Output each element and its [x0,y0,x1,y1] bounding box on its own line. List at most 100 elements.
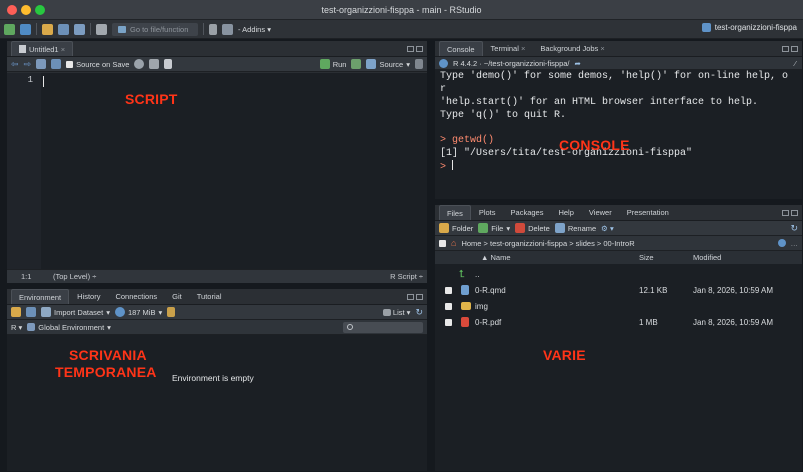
source-pane: Untitled1 × ⇦ ⇨ Source on Save Run Sourc… [6,40,428,284]
tab-help[interactable]: Help [551,205,580,220]
outline-icon[interactable] [415,59,423,69]
sort-name-header[interactable]: ▲ Name [481,253,511,262]
close-tab-icon[interactable]: × [521,44,525,53]
file-list-header: ▲ Name Size Modified [435,251,802,264]
overlay-label-console: CONSOLE [559,137,630,153]
rename-button[interactable]: Rename [554,223,596,233]
import-dataset-button[interactable]: Import Dataset ▾ [41,307,110,317]
new-file-icon[interactable] [4,23,15,35]
folder-row[interactable]: img [435,298,802,314]
new-folder-button[interactable]: Folder [439,223,473,233]
pane-minmax[interactable] [407,46,423,52]
close-tab-icon[interactable]: × [61,45,65,54]
goto-file-input[interactable]: Go to file/function [112,22,198,36]
refresh-icon[interactable]: ↻ [415,307,423,318]
environment-empty-message: Environment is empty [172,373,254,383]
print-icon[interactable] [96,23,107,35]
memory-usage[interactable]: 187 MiB ▾ [114,307,162,317]
language-selector[interactable]: R ▾ [11,323,22,332]
line-gutter: 1 [7,73,41,269]
refresh-icon[interactable]: ↻ [790,223,798,234]
tab-files[interactable]: Files [439,205,471,220]
compile-report-icon[interactable] [164,59,173,69]
save-workspace-icon[interactable] [26,307,36,317]
row-checkbox[interactable] [445,302,452,310]
tab-presentation[interactable]: Presentation [620,205,676,220]
pane-minmax[interactable] [782,46,798,52]
tab-untitled1[interactable]: Untitled1 × [11,41,74,56]
open-file-icon[interactable] [42,23,53,35]
save-doc-icon[interactable] [51,59,62,69]
more-icon[interactable]: … [791,239,799,248]
global-environment-selector[interactable]: Global Environment ▾ [27,323,111,332]
file-row[interactable]: 0-R.qmd 12.1 KB Jan 8, 2026, 10:59 AM [435,282,802,298]
pane-minmax[interactable] [782,210,798,216]
tab-plots[interactable]: Plots [472,205,503,220]
source-button[interactable]: Source ▾ [366,59,410,69]
clear-console-icon[interactable]: ⁄ [795,59,796,68]
more-gear-icon[interactable]: ⚙ ▾ [601,224,614,233]
up-arrow-icon: ⮤ [459,268,465,280]
environment-search-input[interactable] [343,321,423,333]
console-prompt[interactable]: > [440,160,802,174]
r-file-icon [19,45,26,53]
project-menu[interactable]: test-organizzioni-fisppa [701,23,797,32]
minimize-window-icon[interactable] [21,5,31,15]
row-checkbox[interactable] [445,286,452,294]
pane-minmax[interactable] [407,294,423,300]
new-file-button[interactable]: File ▾ [478,223,510,233]
tab-tutorial[interactable]: Tutorial [190,289,229,304]
goto-dir-arrow-icon[interactable]: ➦ [575,59,581,68]
sort-modified-header[interactable]: Modified [693,253,721,262]
tab-connections[interactable]: Connections [108,289,164,304]
rerun-icon[interactable] [351,59,362,69]
delete-button[interactable]: Delete [515,223,550,233]
tab-environment[interactable]: Environment [11,289,70,304]
file-type-selector[interactable]: R Script ÷ [390,270,423,284]
tab-background-jobs[interactable]: Background Jobs × [533,41,611,56]
back-arrow-icon[interactable]: ⇦ [11,59,19,70]
sort-size-header[interactable]: Size [639,253,654,262]
broom-icon[interactable] [167,307,176,317]
memory-pie-icon [114,307,125,317]
tab-git[interactable]: Git [165,289,189,304]
addins-menu[interactable]: - Addins ▾ [238,25,271,34]
tab-packages[interactable]: Packages [504,205,551,220]
build-icon[interactable] [209,23,217,35]
list-view-selector[interactable]: List ▾ [382,308,410,317]
console-pane: Console Terminal × Background Jobs × R 4… [434,40,803,200]
run-button[interactable]: Run [319,59,346,69]
row-checkbox[interactable] [445,318,452,326]
file-plus-icon [478,223,489,233]
r-project-icon[interactable] [777,239,786,247]
code-tools-icon[interactable] [149,59,160,69]
code-editor[interactable] [41,73,427,269]
layout-icon[interactable] [222,23,233,35]
select-all-checkbox[interactable] [439,239,446,247]
load-workspace-icon[interactable] [11,307,21,317]
tab-terminal[interactable]: Terminal × [484,41,533,56]
save-all-icon[interactable] [74,23,85,35]
new-project-icon[interactable] [20,23,31,35]
tab-console[interactable]: Console [439,41,483,56]
tab-history[interactable]: History [70,289,107,304]
rename-icon [554,223,565,233]
table-icon [41,307,51,317]
home-icon[interactable]: ⌂ [451,238,456,248]
forward-arrow-icon[interactable]: ⇨ [24,59,32,70]
close-tab-icon[interactable]: × [600,44,604,53]
save-icon[interactable] [58,23,69,35]
close-window-icon[interactable] [7,5,17,15]
search-icon[interactable] [134,59,145,69]
file-row[interactable]: 0-R.pdf 1 MB Jan 8, 2026, 10:59 AM [435,314,802,330]
show-in-window-icon[interactable] [36,59,47,69]
source-on-save-checkbox[interactable]: Source on Save [66,60,129,69]
console-output[interactable]: Type 'demo()' for some demos, 'help()' f… [435,70,802,199]
window-title: test-organizzioni-fisppa - main - RStudi… [321,5,482,15]
maximize-window-icon[interactable] [35,5,45,15]
source-status-bar: 1:1 (Top Level) ÷ R Script ÷ [7,269,427,283]
scope-selector[interactable]: (Top Level) ÷ [53,270,96,284]
tab-viewer[interactable]: Viewer [582,205,619,220]
parent-dir-row[interactable]: ⮤ .. [435,266,802,282]
breadcrumb-path[interactable]: Home > test-organizzioni-fisppa > slides… [461,239,634,248]
